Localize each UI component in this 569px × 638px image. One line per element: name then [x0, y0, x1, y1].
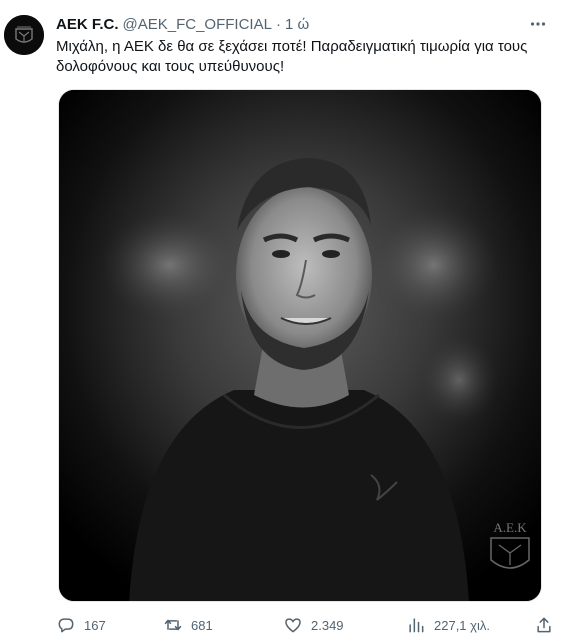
- retweet-count: 681: [191, 617, 213, 633]
- author-handle[interactable]: @AEK_FC_OFFICIAL: [123, 16, 272, 33]
- views-chart-icon: [409, 618, 424, 633]
- retweet-button[interactable]: 681: [163, 614, 213, 636]
- reply-count: 167: [84, 617, 106, 633]
- retweet-icon: [164, 619, 182, 631]
- tweet-media-image[interactable]: Α.Ε.Κ: [58, 89, 542, 602]
- avatar[interactable]: [4, 15, 44, 55]
- views-count: 227,1 χιλ.: [434, 617, 490, 633]
- more-horizontal-icon: [530, 22, 546, 26]
- tweet-text: Μιχάλη, η ΑΕΚ δε θα σε ξεχάσει ποτέ! Παρ…: [56, 38, 528, 75]
- share-icon: [537, 617, 551, 633]
- like-button[interactable]: 2.349: [283, 614, 344, 636]
- more-options-button[interactable]: [527, 13, 549, 35]
- reply-icon: [58, 618, 74, 633]
- like-count: 2.349: [311, 617, 344, 633]
- author-display-name[interactable]: AEK F.C.: [56, 16, 119, 33]
- tweet[interactable]: AEK F.C. @AEK_FC_OFFICIAL · 1 ώ Μιχάλη, …: [0, 0, 569, 638]
- reply-button[interactable]: 167: [56, 614, 106, 636]
- memorial-photo: Α.Ε.Κ: [59, 90, 541, 601]
- heart-icon: [285, 618, 301, 633]
- tweet-actions-bar: 167 681 2.349 227,1 χιλ.: [56, 614, 556, 636]
- tweet-header: AEK F.C. @AEK_FC_OFFICIAL · 1 ώ: [56, 13, 549, 35]
- views-button[interactable]: 227,1 χιλ.: [406, 614, 490, 636]
- share-button[interactable]: [534, 614, 554, 636]
- aek-logo-icon: [4, 15, 44, 55]
- separator-dot: ·: [275, 15, 281, 33]
- watermark-text: Α.Ε.Κ: [493, 520, 527, 535]
- tweet-timestamp[interactable]: 1 ώ: [285, 16, 309, 33]
